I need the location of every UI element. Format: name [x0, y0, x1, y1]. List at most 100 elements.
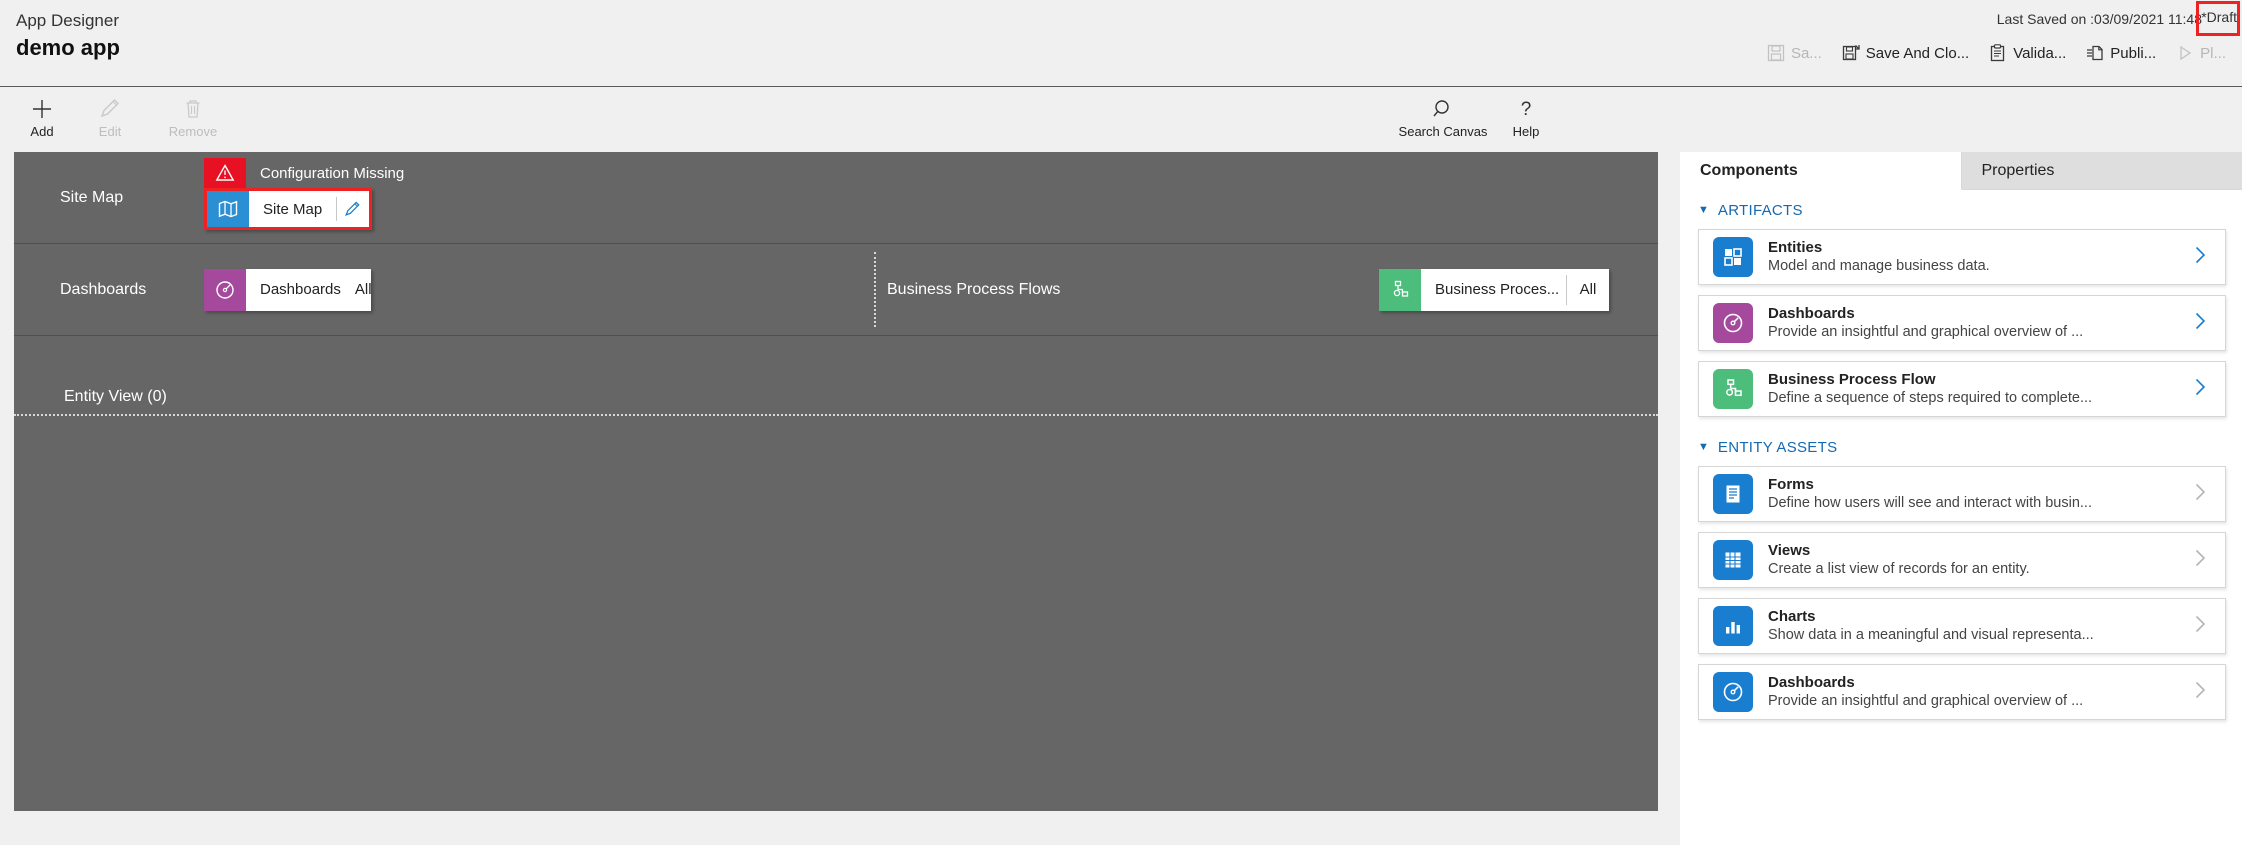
section-header-artifacts[interactable]: ▼ ARTIFACTS [1692, 190, 2230, 229]
add-label: Add [30, 124, 54, 139]
chevron-right-icon [2189, 547, 2211, 574]
bpf-tile-group: Business Proces... All [1379, 268, 1609, 311]
card-business-process-flow-text: Business Process Flow Define a sequence … [1768, 370, 2174, 408]
dashboards-tile[interactable]: Dashboards All [204, 268, 372, 311]
process-flow-icon [1713, 369, 1753, 409]
tab-components-label: Components [1700, 161, 1798, 179]
dashboards-tile-group: Dashboards All [204, 268, 372, 311]
process-flow-icon [1379, 268, 1421, 311]
sitemap-tile[interactable]: Site Map [204, 188, 372, 230]
card-views-text: Views Create a list view of records for … [1768, 541, 2174, 579]
dashboards-row-label: Dashboards [60, 280, 147, 298]
header-actions: Sa... Save And Clo... Valida... Publi... [1757, 40, 2236, 66]
card-business-process-flow[interactable]: Business Process Flow Define a sequence … [1698, 361, 2226, 417]
canvas-vertical-divider [874, 252, 876, 327]
last-saved-text: Last Saved on :03/09/2021 11:48 [1996, 11, 2202, 27]
save-button[interactable]: Sa... [1757, 40, 1832, 66]
card-views[interactable]: Views Create a list view of records for … [1698, 532, 2226, 588]
edit-button[interactable]: Edit [76, 93, 144, 139]
save-icon [1767, 44, 1785, 62]
save-button-label: Sa... [1790, 44, 1822, 62]
card-charts-title: Charts [1768, 608, 1816, 625]
body-area: Site Map Configuration Missing Site Map [0, 152, 2242, 845]
header-bar: App Designer demo app Last Saved on :03/… [0, 0, 2242, 86]
dashboards-tile-scope[interactable]: All [355, 269, 372, 311]
bpf-row-label: Business Process Flows [887, 280, 1061, 298]
card-business-process-flow-desc: Define a sequence of steps required to c… [1768, 390, 2093, 406]
help-label: Help [1512, 124, 1540, 139]
chevron-right-icon [2189, 244, 2211, 271]
bpf-tile[interactable]: Business Proces... All [1379, 268, 1609, 311]
app-designer-label: App Designer [16, 11, 120, 30]
card-dashboards-artifacts-desc: Provide an insightful and graphical over… [1768, 324, 2084, 340]
remove-button[interactable]: Remove [144, 93, 242, 139]
panel-content: ▼ ARTIFACTS Entities Model and manage bu… [1680, 190, 2242, 720]
section-label-artifacts: ARTIFACTS [1717, 202, 1803, 219]
trash-icon [181, 97, 205, 121]
sitemap-edit-button[interactable] [337, 191, 369, 227]
form-icon [1713, 474, 1753, 514]
configuration-missing-text: Configuration Missing [260, 164, 405, 182]
card-entities[interactable]: Entities Model and manage business data. [1698, 229, 2226, 285]
card-business-process-flow-title: Business Process Flow [1768, 371, 1936, 388]
card-dashboards-artifacts-title: Dashboards [1768, 305, 1855, 322]
sitemap-tile-label: Site Map [263, 200, 323, 218]
card-views-desc: Create a list view of records for an ent… [1768, 561, 2030, 577]
chevron-right-icon [2189, 679, 2211, 706]
edit-label: Edit [98, 124, 122, 139]
svg-text:?: ? [1521, 99, 1532, 120]
card-charts-desc: Show data in a meaningful and visual rep… [1768, 627, 2094, 643]
card-forms[interactable]: Forms Define how users will see and inte… [1698, 466, 2226, 522]
validate-button[interactable]: Valida... [1979, 40, 2076, 66]
sitemap-tile-group: Configuration Missing Site Map [204, 158, 444, 230]
search-canvas-button[interactable]: Search Canvas [1394, 93, 1492, 139]
card-entities-desc: Model and manage business data. [1768, 258, 1990, 274]
configuration-missing-warning: Configuration Missing [204, 158, 444, 188]
plus-icon [30, 97, 54, 121]
publish-button[interactable]: Publi... [2076, 40, 2166, 66]
draft-highlight-box [2196, 1, 2240, 36]
chevron-right-icon [2189, 376, 2211, 403]
grid-icon [1713, 540, 1753, 580]
dashboards-tile-label: Dashboards [260, 281, 341, 298]
card-charts[interactable]: Charts Show data in a meaningful and vis… [1698, 598, 2226, 654]
card-dashboards-artifacts[interactable]: Dashboards Provide an insightful and gra… [1698, 295, 2226, 351]
help-button[interactable]: ? Help [1492, 93, 1560, 139]
card-dashboards-entity-assets[interactable]: Dashboards Provide an insightful and gra… [1698, 664, 2226, 720]
save-and-close-label: Save And Clo... [1865, 44, 1970, 62]
card-forms-text: Forms Define how users will see and inte… [1768, 475, 2174, 513]
remove-label: Remove [168, 124, 218, 139]
app-canvas[interactable]: Site Map Configuration Missing Site Map [14, 152, 1658, 811]
section-header-entity-assets[interactable]: ▼ ENTITY ASSETS [1692, 427, 2230, 466]
pencil-icon [98, 97, 122, 121]
search-icon [1431, 97, 1455, 121]
tab-properties-label: Properties [1981, 161, 2055, 179]
app-designer-window: App Designer demo app Last Saved on :03/… [0, 0, 2242, 845]
save-and-close-button[interactable]: Save And Clo... [1832, 40, 1979, 66]
gauge-icon [1713, 303, 1753, 343]
command-bar-right-group: Search Canvas ? Help [1394, 93, 1560, 139]
canvas-row-dashboards: Dashboards Dashboards All Business Proce… [14, 244, 1658, 336]
tab-properties[interactable]: Properties [1961, 152, 2242, 190]
page-title: demo app [16, 35, 120, 60]
bpf-tile-label: Business Proces... [1435, 281, 1560, 298]
question-mark-icon: ? [1514, 97, 1538, 121]
tab-components[interactable]: Components [1680, 152, 1962, 190]
card-charts-text: Charts Show data in a meaningful and vis… [1768, 607, 2174, 645]
card-entities-text: Entities Model and manage business data. [1768, 238, 2174, 276]
add-button[interactable]: Add [8, 93, 76, 139]
card-forms-title: Forms [1768, 476, 1814, 493]
play-button[interactable]: Pl... [2166, 40, 2236, 66]
card-dashboards-entity-assets-desc: Provide an insightful and graphical over… [1768, 693, 2084, 709]
gauge-icon [204, 268, 246, 311]
entities-icon [1713, 237, 1753, 277]
warning-triangle-icon [204, 158, 246, 188]
play-icon [2176, 44, 2194, 62]
bpf-tile-scope[interactable]: All [1567, 269, 1609, 311]
card-dashboards-entity-assets-text: Dashboards Provide an insightful and gra… [1768, 673, 2174, 711]
publish-icon [2086, 44, 2104, 62]
save-and-close-icon [1842, 44, 1860, 62]
section-label-entity-assets: ENTITY ASSETS [1717, 439, 1838, 456]
gauge-icon [1713, 672, 1753, 712]
publish-label: Publi... [2110, 44, 2157, 62]
